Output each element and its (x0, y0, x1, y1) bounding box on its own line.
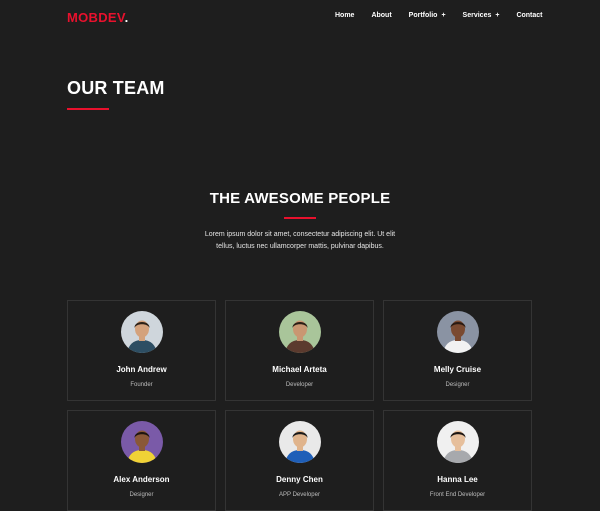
nav-about-label: About (371, 12, 392, 19)
nav-services[interactable]: Services + (463, 12, 500, 19)
member-name: John Andrew (116, 365, 167, 374)
page-title: OUR TEAM (67, 78, 165, 98)
avatar (121, 421, 163, 463)
member-name: Alex Anderson (113, 475, 170, 484)
team-card[interactable]: Denny Chen APP Developer (225, 410, 374, 511)
nav-about[interactable]: About (371, 12, 391, 19)
team-card[interactable]: Hanna Lee Front End Developer (383, 410, 532, 511)
nav-home-label: Home (335, 12, 355, 19)
plus-icon: + (495, 12, 500, 19)
member-role: Designer (129, 492, 154, 498)
member-name: Hanna Lee (437, 475, 478, 484)
main-menu: Home About Portfolio + Services + Contact (335, 12, 560, 19)
member-role: APP Developer (279, 492, 320, 498)
site-logo[interactable]: MOBDEV. (67, 10, 129, 25)
member-role: Developer (285, 382, 314, 388)
avatar (437, 311, 479, 353)
nav-services-label: Services (462, 12, 492, 19)
member-role: Front End Developer (429, 492, 486, 498)
avatar (121, 311, 163, 353)
avatar (279, 311, 321, 353)
team-card[interactable]: Melly Cruise Designer (383, 300, 532, 401)
team-card[interactable]: Alex Anderson Designer (67, 410, 216, 511)
team-card[interactable]: Michael Arteta Developer (225, 300, 374, 401)
nav-contact-label: Contact (516, 12, 543, 19)
nav-portfolio[interactable]: Portfolio + (409, 12, 446, 19)
avatar (279, 421, 321, 463)
logo-dot: . (124, 10, 129, 25)
section-underline (284, 217, 316, 219)
nav-home[interactable]: Home (335, 12, 354, 19)
member-role: Founder (130, 382, 153, 388)
top-navigation: MOBDEV. Home About Portfolio + Services + … (0, 0, 600, 34)
nav-contact[interactable]: Contact (516, 12, 542, 19)
member-name: Denny Chen (276, 475, 323, 484)
team-card[interactable]: John Andrew Founder (67, 300, 216, 401)
nav-portfolio-label: Portfolio (408, 12, 438, 19)
section-description: Lorem ipsum dolor sit amet, consectetur … (180, 229, 420, 253)
member-name: Melly Cruise (433, 365, 482, 374)
plus-icon: + (441, 12, 446, 19)
logo-text: MOBDEV (67, 10, 125, 25)
title-underline (67, 108, 109, 110)
avatar (437, 421, 479, 463)
member-name: Michael Arteta (272, 365, 327, 374)
section-heading: THE AWESOME PEOPLE (209, 190, 391, 207)
description-line: Lorem ipsum dolor sit amet, consectetur … (204, 231, 396, 238)
member-role: Designer (445, 382, 470, 388)
description-line: tellus, luctus nec ullamcorper mattis, p… (216, 243, 384, 250)
